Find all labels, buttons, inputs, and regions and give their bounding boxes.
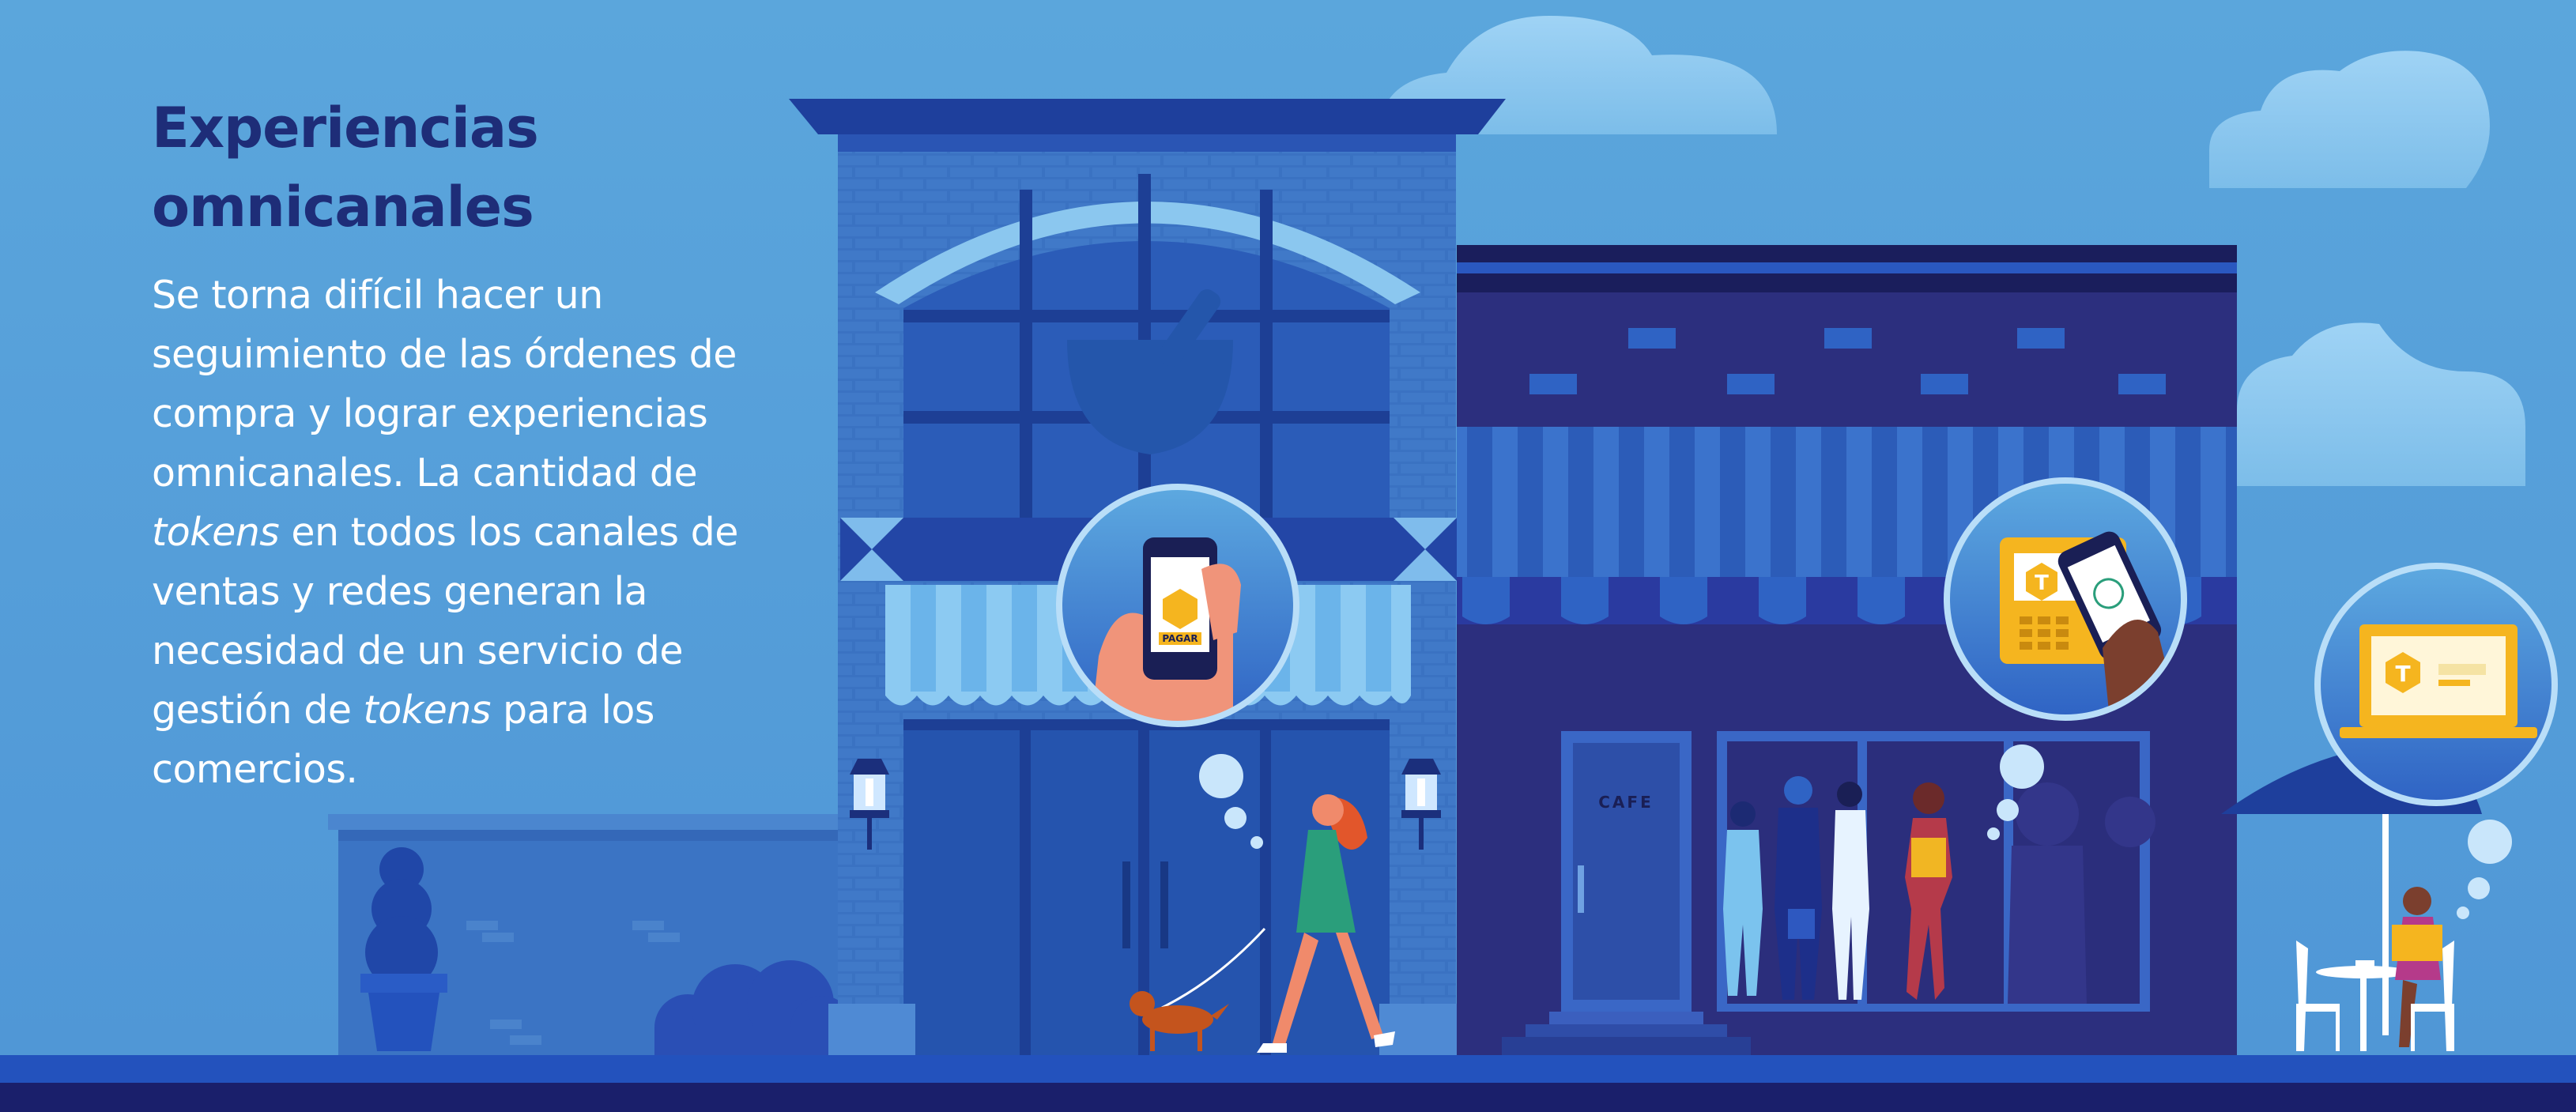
page-title-line-2: omnicanales xyxy=(152,175,534,239)
cafe-door-sign: CAFE xyxy=(1598,793,1653,812)
description-paragraph: Se torna difícil hacer un seguimiento de… xyxy=(152,266,800,799)
token-icon: T xyxy=(2395,661,2410,687)
token-icon: T xyxy=(2035,571,2049,595)
sidewalk xyxy=(0,1055,2576,1083)
description-emphasis-2: tokens xyxy=(363,688,492,733)
page-title-line-1: Experiencias xyxy=(152,96,539,160)
street xyxy=(0,1083,2576,1112)
description-part-1: Se torna difícil hacer un seguimiento de… xyxy=(152,273,737,496)
laptop-icon xyxy=(2314,563,2558,806)
phone-pay-icon: PAGAR xyxy=(1056,484,1299,727)
description-emphasis-1: tokens xyxy=(152,510,280,555)
page-title: Experiencias omnicanales xyxy=(152,89,800,247)
intro-text-block: Experiencias omnicanales Se torna difíci… xyxy=(152,89,800,799)
phone-pay-label: PAGAR xyxy=(1162,633,1197,644)
illustration-stage: PAGAR T T CAFE Experiencias omnicanales … xyxy=(0,0,2576,1112)
